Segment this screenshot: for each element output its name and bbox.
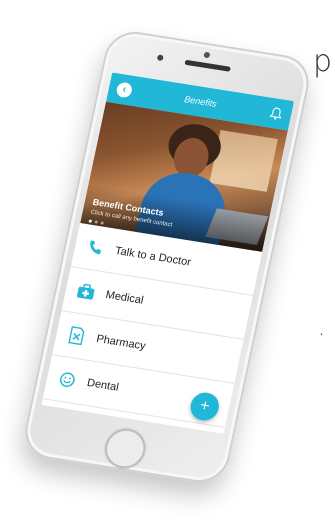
list-item-label: Talk to a Doctor: [113, 244, 192, 269]
bell-icon: [269, 107, 282, 120]
chevron-left-icon: ‹: [121, 82, 128, 96]
phone-screen: ‹ Benefits Benefit Contacts Click to cal…: [41, 72, 295, 434]
list-item-label: Medical: [104, 288, 145, 307]
front-camera-icon: [203, 51, 211, 59]
notifications-button[interactable]: [268, 106, 285, 122]
list-item-label: Dental: [85, 376, 120, 394]
page: p . ‹ Benefits Benefit Contacts Click to…: [0, 0, 335, 527]
phone-mockup: ‹ Benefits Benefit Contacts Click to cal…: [19, 27, 315, 487]
list-item-label: Pharmacy: [95, 332, 147, 353]
carousel-dot[interactable]: [94, 220, 99, 224]
page-title: Benefits: [183, 94, 218, 109]
edge-text-top: p: [313, 44, 333, 79]
carousel-dot[interactable]: [88, 219, 93, 223]
home-button[interactable]: [101, 425, 150, 472]
medical-kit-icon: [74, 280, 98, 303]
carousel-dot[interactable]: [100, 221, 104, 225]
benefits-list: Talk to a Doctor Medical Pharmacy Dental: [42, 223, 263, 428]
smile-icon: [55, 368, 79, 391]
back-button[interactable]: ‹: [115, 80, 134, 99]
plus-icon: +: [198, 397, 212, 416]
sensor-icon: [156, 54, 164, 62]
speaker-grille: [184, 59, 231, 72]
prescription-icon: [65, 324, 89, 347]
edge-text-bottom: .: [318, 316, 325, 341]
phone-icon: [83, 236, 107, 259]
